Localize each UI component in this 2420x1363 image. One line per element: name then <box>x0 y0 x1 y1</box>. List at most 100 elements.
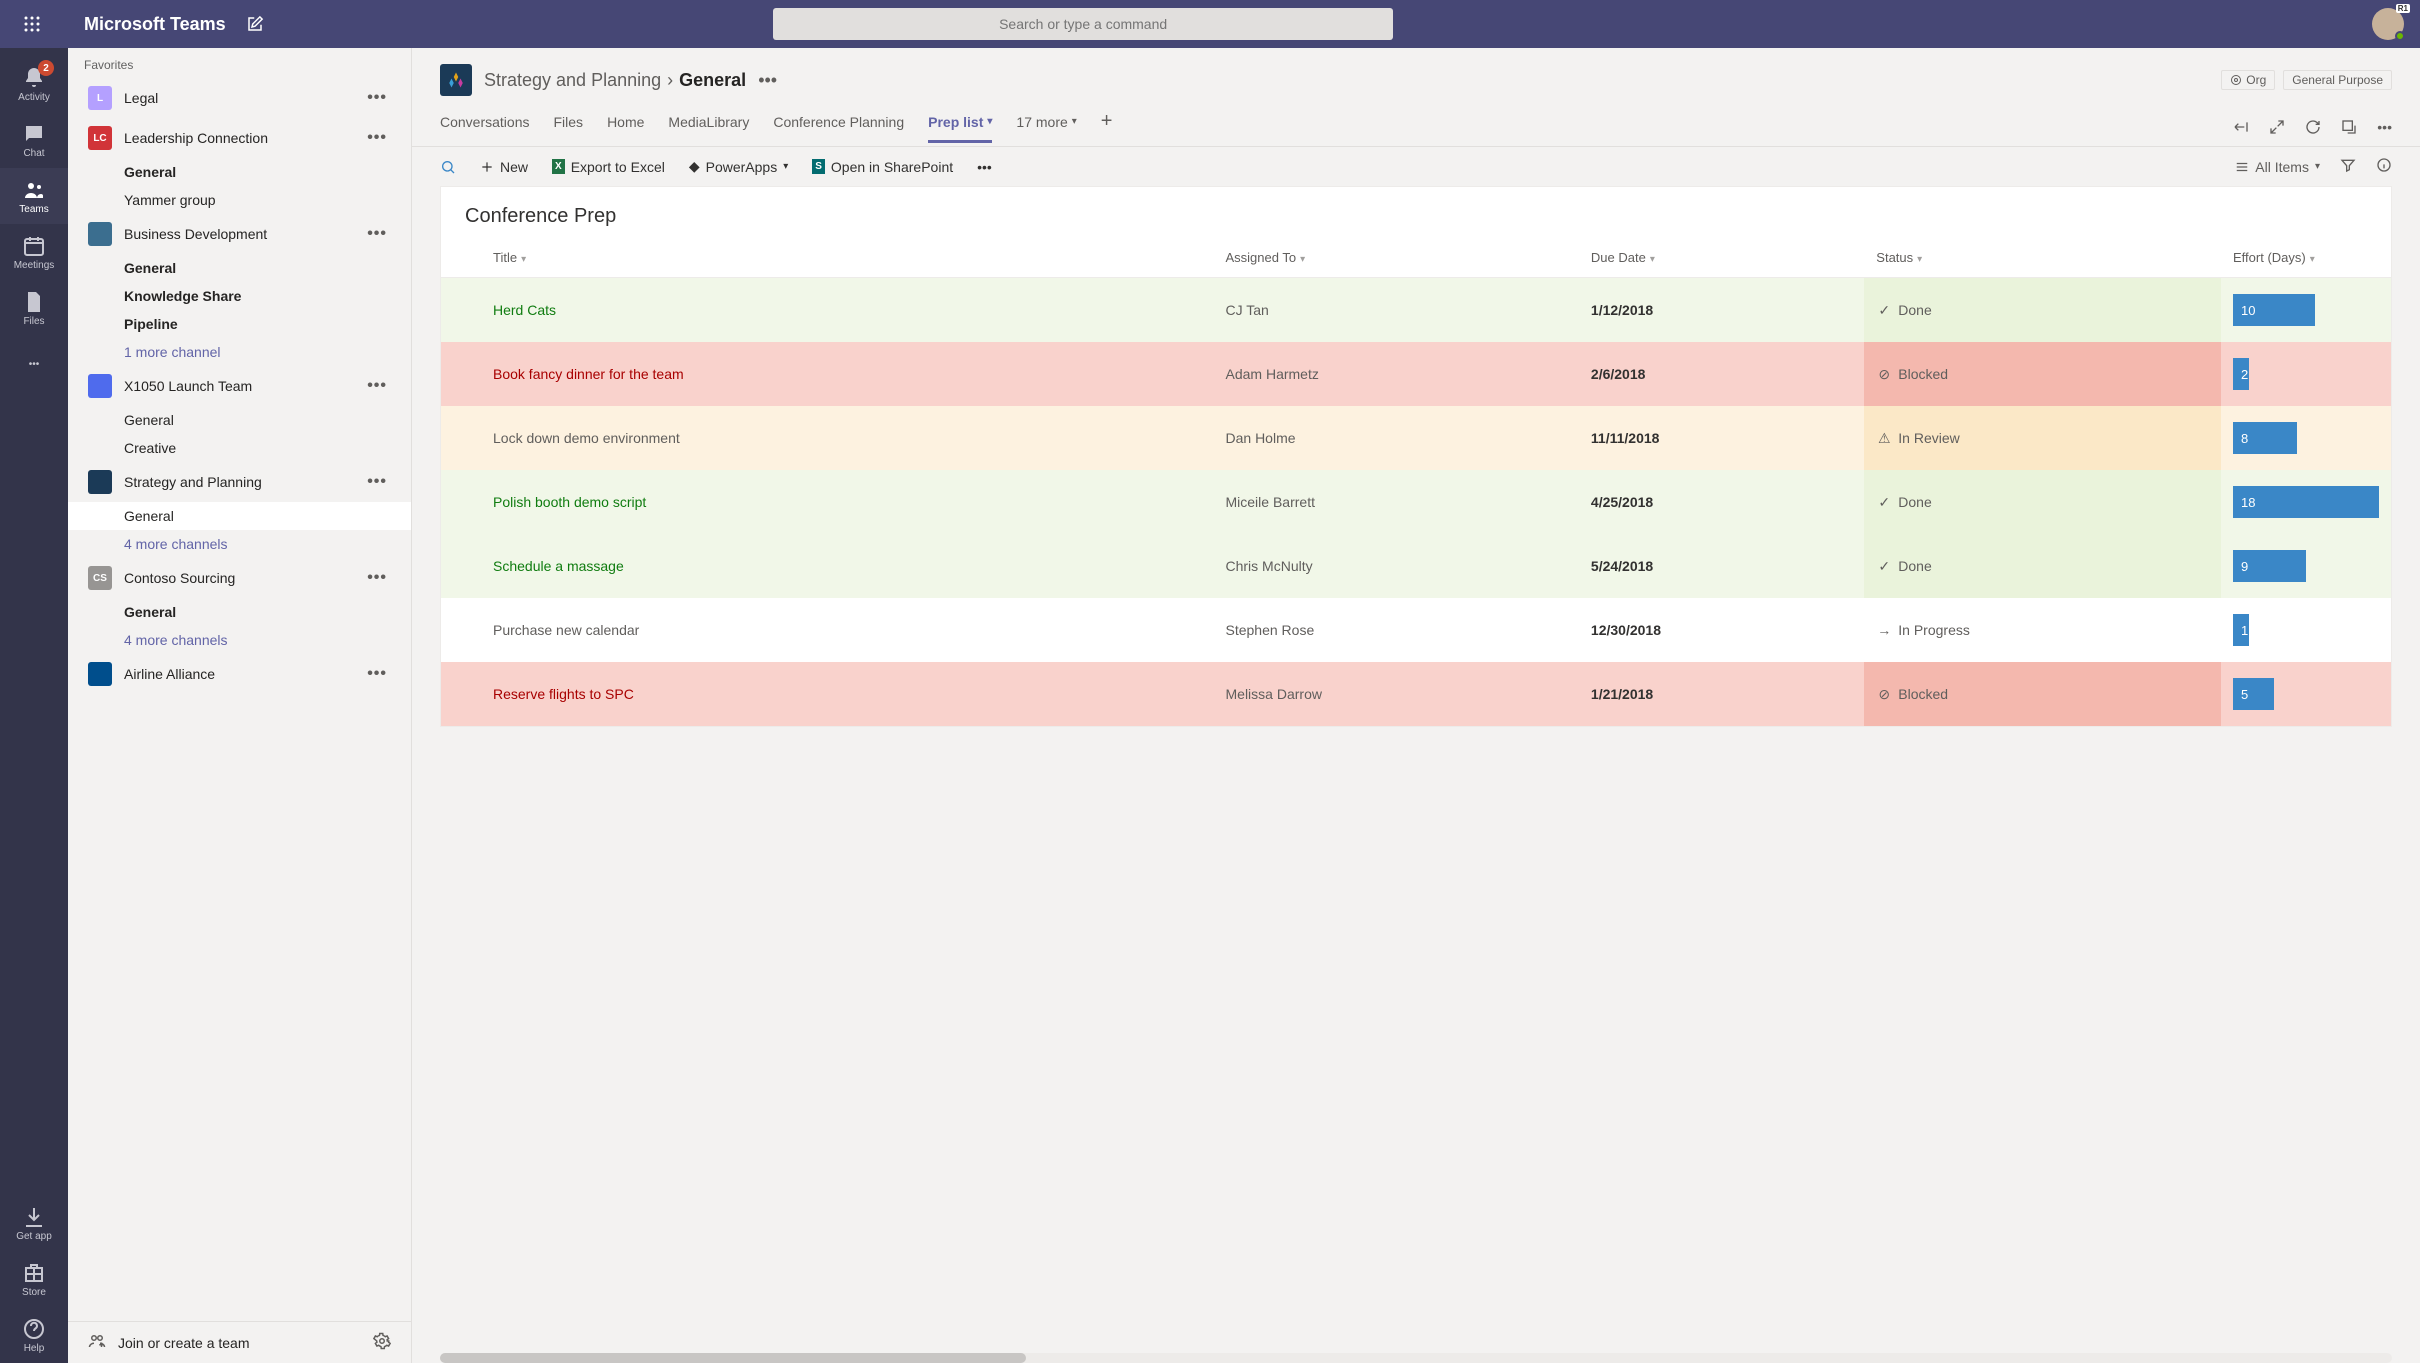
appbar-files[interactable]: Files <box>0 280 68 336</box>
appbar-teams[interactable]: Teams <box>0 168 68 224</box>
tab-home[interactable]: Home <box>607 114 644 143</box>
app-bar: 2 Activity Chat Teams Meetings Files <box>0 48 68 1363</box>
appbar-label: Get app <box>16 1231 52 1242</box>
row-assigned: CJ Tan <box>1214 278 1579 343</box>
sharepoint-button[interactable]: SOpen in SharePoint <box>812 159 953 175</box>
channel-item[interactable]: Pipeline <box>68 310 411 338</box>
search-icon[interactable] <box>440 159 456 175</box>
powerapps-button[interactable]: ◆PowerApps▾ <box>689 158 788 175</box>
more-icon[interactable]: ••• <box>363 665 391 683</box>
table-row[interactable]: Reserve flights to SPC Melissa Darrow 1/… <box>441 662 2391 726</box>
org-button[interactable]: Org <box>2221 70 2275 90</box>
column-header[interactable]: Assigned To▾ <box>1214 238 1579 278</box>
channel-item[interactable]: General <box>68 502 411 530</box>
tab-conversations[interactable]: Conversations <box>440 114 530 143</box>
table-row[interactable]: Purchase new calendar Stephen Rose 12/30… <box>441 598 2391 662</box>
appbar-label: Teams <box>19 204 48 215</box>
join-team-icon <box>88 1332 106 1353</box>
more-icon[interactable]: ••• <box>363 473 391 491</box>
channel-item[interactable]: Yammer group <box>68 186 411 214</box>
new-button[interactable]: New <box>480 159 528 175</box>
info-icon[interactable] <box>2376 157 2392 176</box>
more-icon[interactable]: ••• <box>363 89 391 107</box>
tab-conference-planning[interactable]: Conference Planning <box>773 114 904 143</box>
search-box <box>773 8 1393 40</box>
appbar-meetings[interactable]: Meetings <box>0 224 68 280</box>
team-row[interactable]: Business Development ••• <box>68 214 411 254</box>
purpose-button[interactable]: General Purpose <box>2283 70 2392 90</box>
channel-item[interactable]: General <box>68 158 411 186</box>
app-launcher-icon[interactable] <box>16 8 48 40</box>
appbar-more[interactable]: ••• <box>0 336 68 392</box>
row-title: Lock down demo environment <box>493 430 680 446</box>
column-header[interactable]: Title▾ <box>441 238 1214 278</box>
row-status: ✓Done <box>1876 494 2209 510</box>
channel-item[interactable]: Knowledge Share <box>68 282 411 310</box>
more-icon[interactable]: ••• <box>363 569 391 587</box>
appbar-label: Meetings <box>14 260 55 271</box>
add-tab-button[interactable]: + <box>1101 110 1113 146</box>
table-row[interactable]: Schedule a massage Chris McNulty 5/24/20… <box>441 534 2391 598</box>
more-icon[interactable]: ••• <box>2377 119 2392 138</box>
appbar-chat[interactable]: Chat <box>0 112 68 168</box>
search-input[interactable] <box>773 8 1393 40</box>
popout-icon[interactable] <box>2341 119 2357 138</box>
appbar-store[interactable]: Store <box>0 1251 68 1307</box>
more-channels-link[interactable]: 4 more channels <box>68 530 411 558</box>
more-channels-link[interactable]: 4 more channels <box>68 626 411 654</box>
breadcrumb-team[interactable]: Strategy and Planning <box>484 70 661 91</box>
team-name: X1050 Launch Team <box>124 378 363 394</box>
table-row[interactable]: Book fancy dinner for the team Adam Harm… <box>441 342 2391 406</box>
effort-bar: 2 <box>2233 358 2249 390</box>
more-channels-link[interactable]: 1 more channel <box>68 338 411 366</box>
appbar-label: Store <box>22 1287 46 1298</box>
team-row[interactable]: CS Contoso Sourcing ••• <box>68 558 411 598</box>
table-row[interactable]: Herd Cats CJ Tan 1/12/2018 ✓Done 10 <box>441 278 2391 343</box>
table-row[interactable]: Polish booth demo script Miceile Barrett… <box>441 470 2391 534</box>
tab-files[interactable]: Files <box>554 114 584 143</box>
chevron-down-icon: ▾ <box>1917 254 1922 265</box>
channel-item[interactable]: General <box>68 598 411 626</box>
row-due: 1/12/2018 <box>1579 278 1864 343</box>
horizontal-scrollbar[interactable] <box>440 1353 2392 1363</box>
gear-icon[interactable] <box>373 1332 391 1353</box>
expand-icon[interactable] <box>2269 119 2285 138</box>
team-name: Airline Alliance <box>124 666 363 682</box>
more-icon[interactable]: ••• <box>363 129 391 147</box>
row-assigned: Adam Harmetz <box>1214 342 1579 406</box>
tab-17-more[interactable]: 17 more▾ <box>1016 114 1076 143</box>
channel-item[interactable]: General <box>68 254 411 282</box>
filter-icon[interactable] <box>2340 157 2356 176</box>
export-excel-button[interactable]: XExport to Excel <box>552 159 665 175</box>
reply-icon[interactable] <box>2233 119 2249 138</box>
column-header[interactable]: Effort (Days)▾ <box>2221 238 2391 278</box>
table-row[interactable]: Lock down demo environment Dan Holme 11/… <box>441 406 2391 470</box>
view-selector[interactable]: All Items▾ <box>2235 159 2320 175</box>
avatar[interactable]: R1 <box>2372 8 2404 40</box>
tab-medialibrary[interactable]: MediaLibrary <box>668 114 749 143</box>
more-icon[interactable]: ••• <box>363 225 391 243</box>
more-icon[interactable]: ••• <box>363 377 391 395</box>
team-row[interactable]: LC Leadership Connection ••• <box>68 118 411 158</box>
toolbar-more-icon[interactable]: ••• <box>977 159 992 175</box>
appbar-getapp[interactable]: Get app <box>0 1195 68 1251</box>
column-header[interactable]: Due Date▾ <box>1579 238 1864 278</box>
appbar-activity[interactable]: 2 Activity <box>0 56 68 112</box>
column-header[interactable]: Status▾ <box>1864 238 2221 278</box>
team-row[interactable]: Strategy and Planning ••• <box>68 462 411 502</box>
row-assigned: Chris McNulty <box>1214 534 1579 598</box>
refresh-icon[interactable] <box>2305 119 2321 138</box>
channel-item[interactable]: General <box>68 406 411 434</box>
status-icon: ✓ <box>1876 494 1892 510</box>
calendar-icon <box>22 234 46 258</box>
team-row[interactable]: L Legal ••• <box>68 78 411 118</box>
compose-icon[interactable] <box>246 15 264 33</box>
channel-item[interactable]: Creative <box>68 434 411 462</box>
excel-icon: X <box>552 159 565 174</box>
appbar-help[interactable]: Help <box>0 1307 68 1363</box>
join-team-label[interactable]: Join or create a team <box>118 1335 250 1351</box>
team-row[interactable]: X1050 Launch Team ••• <box>68 366 411 406</box>
team-row[interactable]: Airline Alliance ••• <box>68 654 411 694</box>
tab-prep-list[interactable]: Prep list▾ <box>928 114 992 143</box>
more-icon[interactable]: ••• <box>758 70 777 91</box>
